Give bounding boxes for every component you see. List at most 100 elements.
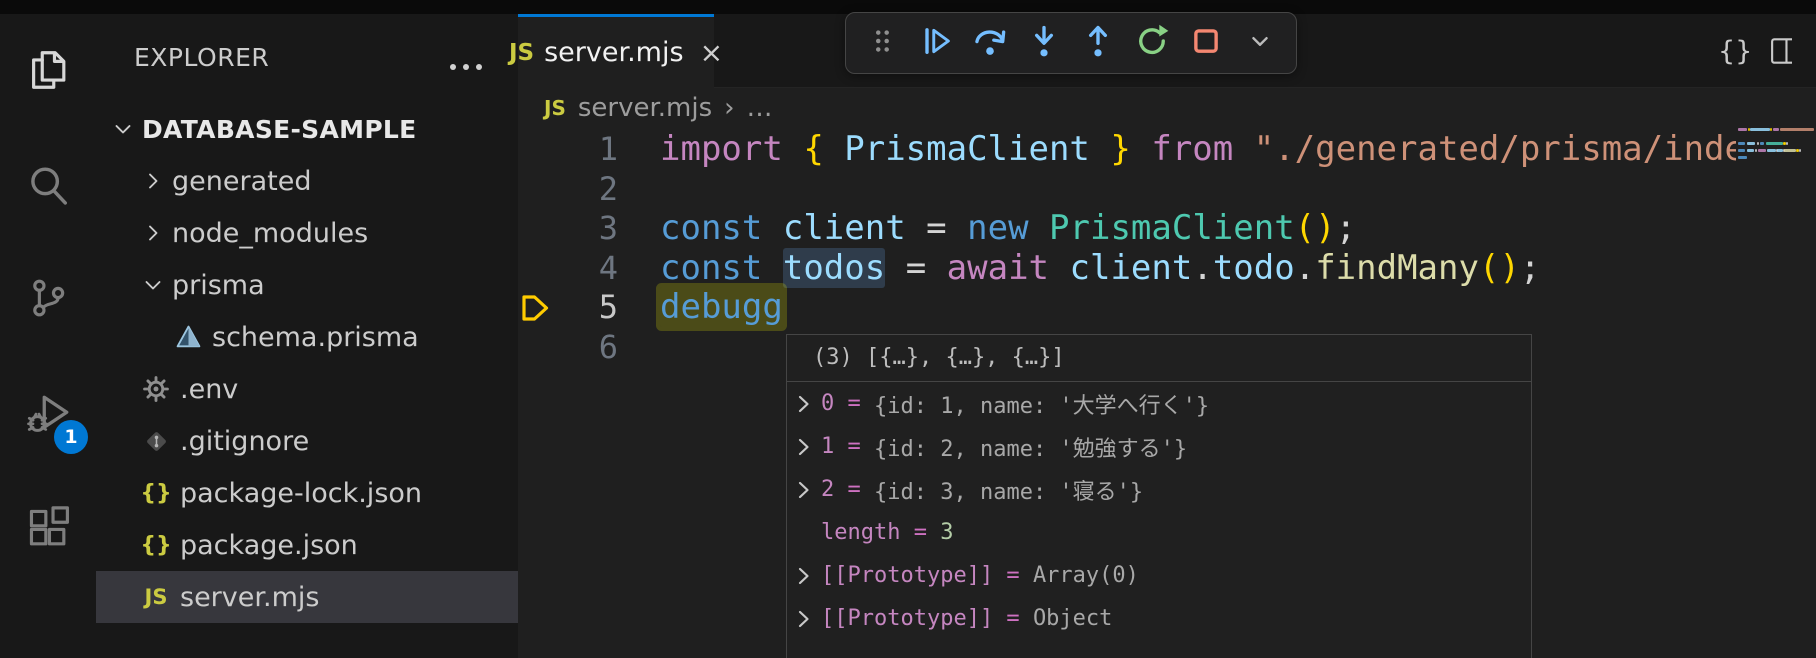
minimap-line-mark bbox=[1766, 142, 1783, 145]
equals-sign: = bbox=[834, 477, 874, 502]
step-into-button[interactable] bbox=[1020, 19, 1068, 67]
equals-sign: = bbox=[993, 563, 1033, 588]
debug-toolbar bbox=[845, 12, 1297, 74]
explorer-more-actions-button[interactable] bbox=[450, 64, 482, 70]
line-number: 1 bbox=[518, 130, 618, 170]
step-out-icon bbox=[1080, 23, 1116, 63]
minimap-line-mark bbox=[1758, 149, 1765, 152]
tree-item-database-sample[interactable]: DATABASE-SAMPLE bbox=[96, 103, 518, 155]
variable-name: [[Prototype]] bbox=[821, 606, 993, 631]
tab-label: server.mjs bbox=[544, 37, 683, 68]
minimap-line-mark bbox=[1780, 128, 1814, 131]
step-out-button[interactable] bbox=[1074, 19, 1122, 67]
debug-variable-row-0[interactable]: 0 = {id: 1, name: '大学へ行く'} bbox=[787, 382, 1531, 425]
close-tab-icon[interactable]: × bbox=[700, 39, 723, 67]
activity-item-extensions[interactable] bbox=[0, 482, 96, 578]
debug-variable-row-2[interactable]: 2 = {id: 3, name: '寝る'} bbox=[787, 468, 1531, 511]
line-number: 2 bbox=[518, 170, 618, 210]
minimap-line-mark bbox=[1747, 142, 1756, 145]
tree-item-schema-prisma[interactable]: schema.prisma bbox=[96, 311, 518, 363]
minimap-line-mark bbox=[1767, 149, 1776, 152]
json-file-icon: {} bbox=[140, 533, 172, 558]
debug-variable-row-1[interactable]: 1 = {id: 2, name: '勉強する'} bbox=[787, 425, 1531, 468]
code-line-4: 4const todos = await client.todo.findMan… bbox=[518, 249, 1816, 289]
expand-chevron-icon bbox=[787, 436, 821, 458]
continue-icon bbox=[918, 23, 954, 63]
minimap-line-mark bbox=[1760, 142, 1764, 145]
minimap-line-mark bbox=[1747, 149, 1754, 152]
code-line-2: 2 bbox=[518, 170, 1816, 210]
js-file-icon: JS bbox=[140, 585, 172, 609]
code-editor: 1 import { PrismaClient } from "./generat… bbox=[518, 130, 1816, 367]
debug-popup-rows: 0 = {id: 1, name: '大学へ行く'}1 = {id: 2, na… bbox=[787, 382, 1531, 640]
code-text: import { PrismaClient } from "./generate… bbox=[660, 130, 1765, 170]
tree-item-server-mjs[interactable]: JSserver.mjs bbox=[96, 571, 518, 623]
symbol-braces-button[interactable]: {} bbox=[1718, 36, 1752, 67]
tree-item-package-lock-json[interactable]: {} package-lock.json bbox=[96, 467, 518, 519]
tree-item-label: .gitignore bbox=[180, 426, 309, 457]
chevron-right-icon bbox=[140, 170, 166, 192]
explorer-sidebar: EXPLORER DATABASE-SAMPLEgeneratednode_mo… bbox=[96, 14, 518, 658]
variable-value: {id: 2, name: '勉強する'} bbox=[874, 431, 1187, 463]
minimap-line-mark bbox=[1750, 128, 1770, 131]
minimap-line-mark bbox=[1755, 149, 1757, 152]
variable-name: length bbox=[821, 520, 900, 545]
js-file-icon: JS bbox=[509, 40, 534, 66]
breadcrumb-symbol[interactable]: … bbox=[747, 93, 773, 123]
debug-popup-summary: (3) [{…}, {…}, {…}] bbox=[787, 335, 1531, 382]
tree-item-node-modules[interactable]: node_modules bbox=[96, 207, 518, 259]
split-editor-button[interactable] bbox=[1770, 34, 1792, 68]
variable-value: Object bbox=[1033, 606, 1112, 631]
toolbar-drag-handle[interactable] bbox=[858, 19, 906, 67]
code-line-5: 5debugg bbox=[518, 288, 1816, 328]
minimap-line-mark bbox=[1738, 149, 1745, 152]
tree-item-generated[interactable]: generated bbox=[96, 155, 518, 207]
activity-item-search[interactable] bbox=[0, 139, 96, 235]
activity-item-source-control[interactable] bbox=[0, 252, 96, 348]
more-chevron-button[interactable] bbox=[1236, 19, 1284, 67]
variable-name: [[Prototype]] bbox=[821, 563, 993, 588]
tree-item--gitignore[interactable]: .gitignore bbox=[96, 415, 518, 467]
stop-button[interactable] bbox=[1182, 19, 1230, 67]
tree-item-prisma[interactable]: prisma bbox=[96, 259, 518, 311]
activity-item-explorer[interactable] bbox=[0, 24, 96, 120]
debug-current-statement-pointer-icon bbox=[520, 293, 550, 327]
chevron-down-icon bbox=[140, 274, 166, 296]
tree-item-package-json[interactable]: {} package.json bbox=[96, 519, 518, 571]
debug-variable-row-5[interactable]: [[Prototype]] = Object bbox=[787, 597, 1531, 640]
expand-chevron-icon bbox=[787, 393, 821, 415]
variable-name: 0 bbox=[821, 391, 834, 416]
line-number: 6 bbox=[518, 328, 618, 368]
tree-item--env[interactable]: .env bbox=[96, 363, 518, 415]
debug-variable-row-3[interactable]: length = 3 bbox=[787, 511, 1531, 554]
tree-item-label: .env bbox=[180, 374, 238, 405]
breadcrumb-separator: › bbox=[724, 93, 734, 123]
code-line-1: 1 import { PrismaClient } from "./generat… bbox=[518, 130, 1816, 170]
more-chevron-icon bbox=[1245, 26, 1275, 60]
git-file-icon bbox=[140, 428, 172, 455]
tree-item-label: package.json bbox=[180, 530, 358, 561]
breadcrumb-file[interactable]: server.mjs bbox=[578, 93, 712, 123]
tree-item-label: generated bbox=[172, 166, 311, 197]
minimap[interactable] bbox=[1736, 112, 1816, 202]
line-number: 3 bbox=[518, 209, 618, 249]
chevron-right-icon bbox=[140, 222, 166, 244]
step-over-icon bbox=[971, 22, 1009, 64]
tree-item-label: node_modules bbox=[172, 218, 368, 249]
debug-badge: 1 bbox=[54, 420, 88, 454]
variable-name: 2 bbox=[821, 477, 834, 502]
json-file-icon: {} bbox=[140, 481, 172, 506]
debug-variable-row-4[interactable]: [[Prototype]] = Array(0) bbox=[787, 554, 1531, 597]
extensions-icon bbox=[25, 505, 71, 555]
tree-item-label: package-lock.json bbox=[180, 478, 422, 509]
continue-button[interactable] bbox=[912, 19, 960, 67]
tree-item-label: prisma bbox=[172, 270, 265, 301]
gear-file-icon bbox=[140, 376, 172, 402]
step-over-button[interactable] bbox=[966, 19, 1014, 67]
equals-sign: = bbox=[834, 391, 874, 416]
variable-value: 3 bbox=[940, 520, 953, 545]
tab-server-mjs[interactable]: JS server.mjs × bbox=[518, 14, 714, 88]
variable-value: {id: 1, name: '大学へ行く'} bbox=[874, 388, 1209, 420]
prisma-file-icon bbox=[172, 324, 204, 351]
restart-button[interactable] bbox=[1128, 19, 1176, 67]
